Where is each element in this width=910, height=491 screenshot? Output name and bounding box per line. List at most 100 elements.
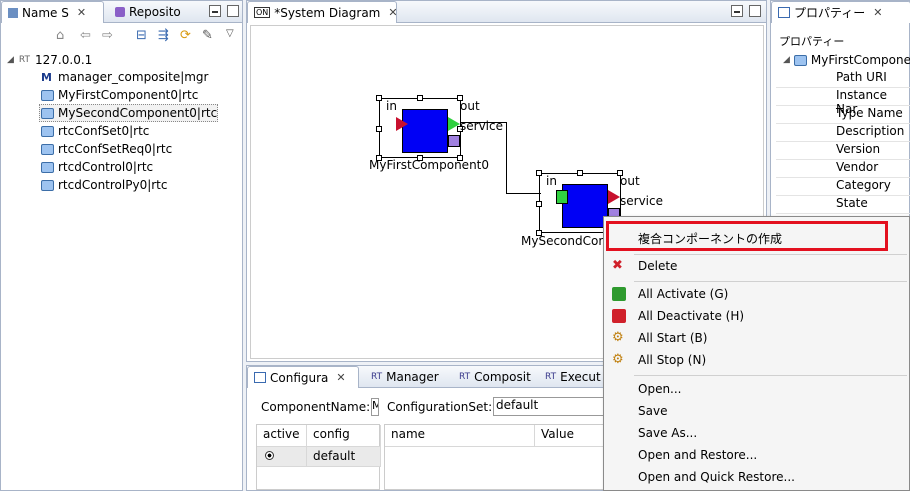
name-service-icon [8,7,18,18]
delete-icon: ✖ [612,258,623,273]
home-icon[interactable]: ⌂ [56,28,64,43]
connect-icon[interactable]: ⇶ [158,28,169,43]
menu-separator [634,281,907,282]
out-port-label: out [460,99,480,113]
start-icon: ⚙ [612,330,624,345]
selection-handle[interactable] [417,95,423,101]
host-label: 127.0.0.1 [35,53,93,67]
close-icon[interactable]: ✕ [873,6,882,19]
component-body[interactable] [562,184,608,228]
component-name-label: MySecondCom [521,234,611,248]
selection-handle[interactable] [536,201,542,207]
forward-arrow-icon[interactable]: ⇨ [102,28,113,43]
radio-selected-icon[interactable] [265,451,274,460]
property-row[interactable]: Category [776,178,910,196]
in-port-label: in [386,99,397,113]
context-menu: 複合コンポーネントの作成 ✖ Delete All Activate (G) A… [603,216,910,491]
column-header[interactable]: active [257,425,307,447]
component-icon [41,179,54,191]
tab-properties[interactable]: プロパティー ✕ [771,1,910,23]
tree-item-manager[interactable]: M manager_composite|mgr [41,68,208,86]
menu-item-open-and-restore[interactable]: Open and Restore... [604,444,909,466]
menu-item-all-deactivate[interactable]: All Deactivate (H) [604,305,909,327]
minimize-button[interactable] [209,5,221,17]
tree-item-rtc[interactable]: rtcdControl0|rtc [41,158,153,176]
connector-line[interactable] [507,193,541,194]
close-icon[interactable]: ✕ [388,6,396,19]
refresh-icon[interactable]: ⟳ [180,28,191,43]
in-port[interactable] [556,190,568,204]
selection-handle[interactable] [376,126,382,132]
back-arrow-icon[interactable]: ⇦ [80,28,91,43]
configuration-set-field[interactable]: default [493,397,607,416]
maximize-button[interactable] [227,5,239,17]
rt-host-icon: RT [18,55,31,65]
property-row[interactable]: Vendor [776,160,910,178]
service-port-label: service [620,194,663,208]
component-name-field[interactable]: M [371,398,379,416]
tree-item-rtc-selected[interactable]: MySecondComponent0|rtc [39,104,219,122]
property-row[interactable]: Instance Nar [776,88,910,116]
rt-icon: RT [371,372,383,382]
close-icon[interactable]: ✕ [77,6,86,19]
deactivate-icon [612,309,626,323]
config-name-cell[interactable]: default [307,447,381,467]
menu-item-all-stop[interactable]: ⚙ All Stop (N) [604,349,909,371]
column-header[interactable]: name [385,425,535,447]
table-icon [254,372,266,383]
tool-icon[interactable]: ✎ [202,28,213,43]
menu-item-all-activate[interactable]: All Activate (G) [604,283,909,305]
selection-handle[interactable] [376,95,382,101]
connector-line[interactable] [461,122,507,194]
active-radio-cell[interactable] [257,447,307,467]
tree-item-rtc[interactable]: rtcConfSet0|rtc [41,122,149,140]
component-icon [41,89,54,101]
property-row[interactable]: Path URI [776,70,910,88]
editor-tabbar: ON *System Diagram ✕ [247,1,766,23]
properties-root[interactable]: ◢ MyFirstCompone [783,53,910,67]
service-port[interactable] [448,135,460,147]
in-port[interactable] [396,117,408,131]
tab-repository[interactable]: Reposito [109,1,194,23]
config-set-table: active config default [256,424,381,490]
column-header[interactable]: config [307,425,381,447]
component-icon [41,161,54,173]
tab-manager[interactable]: RT Manager [365,366,449,388]
maximize-button[interactable] [749,5,761,17]
property-row[interactable]: Description [776,124,910,142]
tree-item-rtc[interactable]: rtcConfSetReq0|rtc [41,140,172,158]
out-port[interactable] [448,117,460,131]
tab-name-service[interactable]: Name S ✕ [1,1,104,23]
menu-item-delete[interactable]: ✖ Delete [604,255,909,277]
diagram-icon: ON [254,7,271,18]
tree-item-rtc[interactable]: rtcdControlPy0|rtc [41,176,167,194]
property-row[interactable]: Version [776,142,910,160]
selection-handle[interactable] [577,170,583,176]
menu-item-save-as[interactable]: Save As... [604,422,909,444]
repository-icon [115,7,125,17]
out-port[interactable] [608,190,620,204]
tree-item-rtc[interactable]: MyFirstComponent0|rtc [41,86,198,104]
tab-configuration[interactable]: Configura ✕ [247,366,359,388]
menu-item-open-and-quick-restore[interactable]: Open and Quick Restore... [604,466,909,488]
component-body[interactable] [402,109,448,153]
menu-item-save[interactable]: Save [604,400,909,422]
activate-icon [612,287,626,301]
property-row[interactable]: Type Name [776,106,910,124]
collapse-icon[interactable]: ⊟ [136,28,147,43]
minimize-button[interactable] [731,5,743,17]
selection-handle[interactable] [536,170,542,176]
tree-host[interactable]: ◢ RT 127.0.0.1 [7,51,92,69]
menu-item-all-start[interactable]: ⚙ All Start (B) [604,327,909,349]
expand-arrow-icon[interactable]: ◢ [783,55,790,65]
expand-arrow-icon[interactable]: ◢ [7,55,14,65]
tab-composite[interactable]: RT Composit [453,366,537,388]
menu-item-open[interactable]: Open... [604,378,909,400]
properties-icon [778,7,790,18]
component-box[interactable]: in out service [376,95,503,161]
tab-execution[interactable]: RT Execut [539,366,605,388]
property-row[interactable]: State [776,196,910,214]
close-icon[interactable]: ✕ [336,371,345,384]
view-menu-icon[interactable]: ▽ [226,28,234,39]
tab-system-diagram[interactable]: ON *System Diagram ✕ [247,1,397,23]
